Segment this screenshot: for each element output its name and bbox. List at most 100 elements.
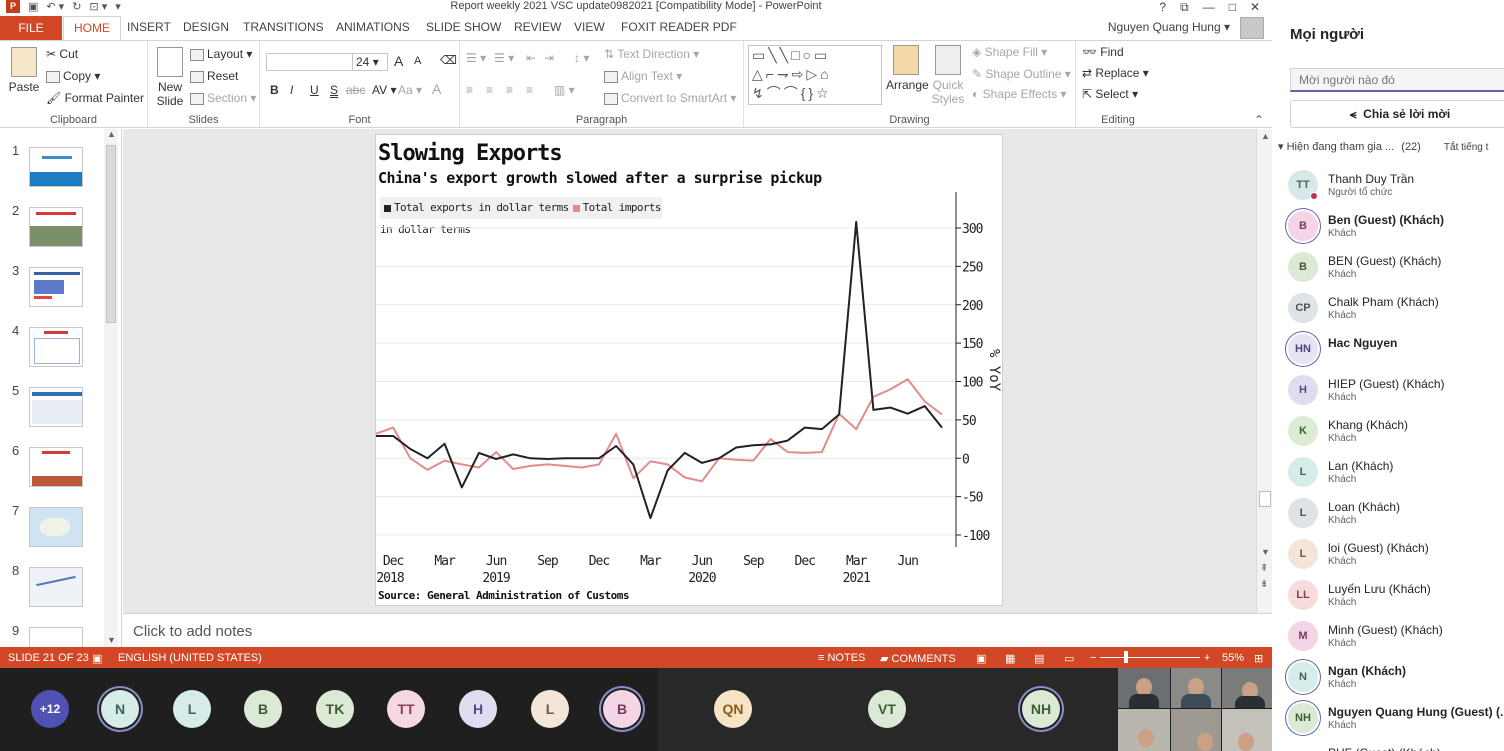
font-size-input[interactable]: 24 ▾ [352,53,388,71]
tab-animations[interactable]: ANIMATIONS [336,20,410,34]
slide-canvas[interactable]: Slowing Exports China's export growth sl… [375,134,1003,606]
comments-button[interactable]: ▰ COMMENTS [880,652,956,665]
participant-video-avatar[interactable]: B [603,690,641,728]
columns-icon[interactable]: ▥ ▾ [554,83,575,97]
paste-button[interactable]: Paste [6,47,42,94]
editor-scrollbar[interactable]: ▲ ▼ ⇞ ⇟ [1256,129,1272,613]
thumbnail-7[interactable]: 7 [12,503,112,555]
underline-button[interactable]: U [310,83,319,97]
account-avatar[interactable] [1240,17,1264,39]
thumbnail-5[interactable]: 5 [12,383,112,435]
replace-button[interactable]: ⇄ Replace ▾ [1082,66,1149,80]
thumbnail-4[interactable]: 4 [12,323,112,375]
minimize-icon[interactable]: — [1203,0,1215,15]
reading-view-icon[interactable]: ▤ [1034,652,1044,665]
layout-button[interactable]: Layout ▾ [190,47,252,61]
thumbnail-3[interactable]: 3 [12,263,112,315]
text-direction-button[interactable]: ⇅ Text Direction ▾ [604,47,699,61]
shape-effects-button[interactable]: ◐ Shape Effects ▾ [972,87,1066,101]
tab-view[interactable]: VIEW [574,20,605,34]
align-center-icon[interactable]: ≡ [486,83,493,97]
tab-design[interactable]: DESIGN [183,20,229,34]
tab-foxit-reader-pdf[interactable]: FOXIT READER PDF [621,20,737,34]
language-indicator[interactable]: ENGLISH (UNITED STATES) [118,652,262,664]
align-left-icon[interactable]: ≡ [466,83,473,97]
fit-slide-icon[interactable]: ⊞ [1254,652,1263,665]
grow-font-button[interactable]: A [394,53,403,69]
close-icon[interactable]: ✕ [1250,0,1260,15]
video-tile-5[interactable] [1171,709,1221,751]
thumbnails-scroll-thumb[interactable] [106,145,116,323]
participant-row[interactable]: Lloi (Guest) (Khách) Khách [1286,535,1504,575]
italic-button[interactable]: I [290,83,293,97]
font-color-button[interactable]: A [432,81,441,97]
ribbon-display-icon[interactable]: ⧉ [1180,0,1189,15]
editor-scroll-up-icon[interactable]: ▲ [1261,131,1270,141]
spell-check-icon[interactable]: ▣ [92,652,102,665]
scroll-up-icon[interactable]: ▲ [107,129,116,139]
participant-row[interactable]: B Ben (Guest) (Khách) Khách [1286,207,1504,247]
new-slide-button[interactable]: New Slide [152,47,188,108]
participant-video-avatar[interactable]: N [101,690,139,728]
tab-review[interactable]: REVIEW [514,20,561,34]
decrease-indent-icon[interactable]: ⇤ [526,51,536,65]
bullets-icon[interactable]: ☰ ▾ [466,51,486,65]
share-invite-button[interactable]: ⪪ Chia sẻ lời mời [1290,100,1504,128]
participant-video-avatar[interactable]: NH [1022,690,1060,728]
shape-outline-button[interactable]: ✎ Shape Outline ▾ [972,67,1071,81]
participant-row[interactable]: CP Chalk Pham (Khách) Khách [1286,289,1504,329]
participant-row[interactable]: M Minh (Guest) (Khách) Khách [1286,617,1504,657]
participant-video-avatar[interactable]: TT [387,690,425,728]
justify-icon[interactable]: ≡ [526,83,533,97]
reset-button[interactable]: Reset [190,69,238,83]
slideshow-view-icon[interactable]: ▭ [1064,652,1074,665]
scroll-down-icon[interactable]: ▼ [107,635,116,645]
next-slide-icon[interactable]: ⇟ [1260,579,1268,590]
line-spacing-icon[interactable]: ↕ ▾ [574,51,589,65]
shape-fill-button[interactable]: ◈ Shape Fill ▾ [972,45,1047,59]
tab-slide-show[interactable]: SLIDE SHOW [426,20,501,34]
cut-button[interactable]: ✂ Cut [46,47,78,61]
thumbnail-1[interactable]: 1 [12,143,112,195]
more-participants-button[interactable]: +12 [31,690,69,728]
participant-video-avatar[interactable]: L [173,690,211,728]
maximize-icon[interactable]: □ [1229,0,1236,15]
participant-video-avatar[interactable]: VT [868,690,906,728]
thumbnail-9[interactable]: 9 [12,623,112,647]
select-button[interactable]: ⇱ Select ▾ [1082,87,1138,101]
bold-button[interactable]: B [270,83,279,97]
quick-styles-button[interactable]: Quick Styles [928,45,968,106]
convert-smartart-button[interactable]: Convert to SmartArt ▾ [604,91,736,105]
zoom-level[interactable]: 55% [1222,652,1244,664]
zoom-slider-track[interactable] [1100,657,1200,658]
participant-video-avatar[interactable]: H [459,690,497,728]
zoom-in-icon[interactable]: + [1204,652,1210,664]
thumbnail-6[interactable]: 6 [12,443,112,495]
participant-row[interactable]: N Ngan (Khách) Khách [1286,658,1504,698]
notes-pane[interactable]: Click to add notes [123,613,1272,647]
slide-sorter-icon[interactable]: ▦ [1005,652,1015,665]
video-tile-2[interactable] [1171,668,1221,708]
thumbnails-scrollbar[interactable]: ▲ ▼ [104,129,118,647]
participant-row[interactable]: PHF (Guest) (Khách) [1286,740,1504,751]
align-text-button[interactable]: Align Text ▾ [604,69,682,83]
text-shadow-button[interactable]: S [330,83,338,97]
participant-video-avatar[interactable]: B [244,690,282,728]
help-icon[interactable]: ? [1159,0,1166,15]
account-name[interactable]: Nguyen Quang Hung ▾ [1108,20,1230,34]
section-button[interactable]: Section ▾ [190,91,256,105]
shrink-font-button[interactable]: A [414,55,421,67]
format-painter-button[interactable]: 🖌 Format Painter [46,91,144,105]
copy-button[interactable]: Copy ▾ [46,69,100,83]
participant-row[interactable]: L Lan (Khách) Khách [1286,453,1504,493]
arrange-button[interactable]: Arrange [886,45,929,92]
zoom-slider-thumb[interactable] [1124,651,1128,663]
participant-video-avatar[interactable]: TK [316,690,354,728]
participant-row[interactable]: LL Luyến Lưu (Khách) Khách [1286,576,1504,616]
zoom-out-icon[interactable]: − [1090,652,1096,664]
video-tile-1[interactable] [1118,668,1170,708]
align-right-icon[interactable]: ≡ [506,83,513,97]
tab-file[interactable]: FILE [0,16,62,40]
tab-insert[interactable]: INSERT [127,20,171,34]
mute-all-button[interactable]: Tắt tiếng t [1444,142,1488,153]
